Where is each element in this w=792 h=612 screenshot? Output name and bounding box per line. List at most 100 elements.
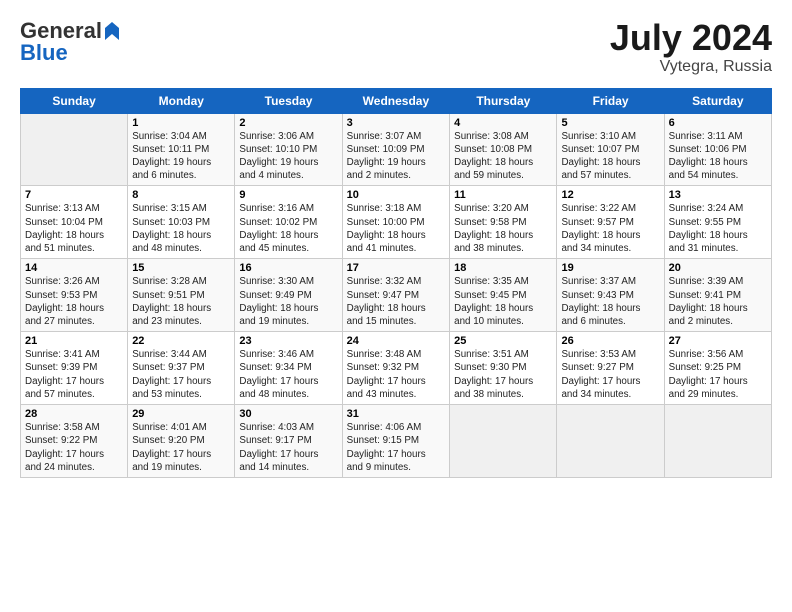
day-info: Sunrise: 3:18 AM Sunset: 10:00 PM Daylig… xyxy=(347,202,446,255)
calendar-cell: 13Sunrise: 3:24 AM Sunset: 9:55 PM Dayli… xyxy=(664,186,771,259)
day-number: 24 xyxy=(347,335,446,347)
day-info: Sunrise: 3:39 AM Sunset: 9:41 PM Dayligh… xyxy=(669,275,767,328)
logo-blue: Blue xyxy=(20,40,68,66)
calendar-cell: 30Sunrise: 4:03 AM Sunset: 9:17 PM Dayli… xyxy=(235,405,342,478)
day-info: Sunrise: 3:16 AM Sunset: 10:02 PM Daylig… xyxy=(239,202,337,255)
calendar-cell xyxy=(664,405,771,478)
day-number: 20 xyxy=(669,262,767,274)
calendar-header-row: SundayMondayTuesdayWednesdayThursdayFrid… xyxy=(21,88,772,113)
calendar-cell: 1Sunrise: 3:04 AM Sunset: 10:11 PM Dayli… xyxy=(128,113,235,186)
calendar-cell: 24Sunrise: 3:48 AM Sunset: 9:32 PM Dayli… xyxy=(342,332,450,405)
calendar-cell: 19Sunrise: 3:37 AM Sunset: 9:43 PM Dayli… xyxy=(557,259,664,332)
calendar-cell: 22Sunrise: 3:44 AM Sunset: 9:37 PM Dayli… xyxy=(128,332,235,405)
col-header-wednesday: Wednesday xyxy=(342,88,450,113)
day-info: Sunrise: 3:35 AM Sunset: 9:45 PM Dayligh… xyxy=(454,275,552,328)
location: Vytegra, Russia xyxy=(610,58,772,76)
logo: General Blue xyxy=(20,18,121,66)
calendar-week-row: 28Sunrise: 3:58 AM Sunset: 9:22 PM Dayli… xyxy=(21,405,772,478)
day-number: 12 xyxy=(561,189,659,201)
calendar-cell: 29Sunrise: 4:01 AM Sunset: 9:20 PM Dayli… xyxy=(128,405,235,478)
calendar: SundayMondayTuesdayWednesdayThursdayFrid… xyxy=(20,88,772,478)
col-header-saturday: Saturday xyxy=(664,88,771,113)
day-info: Sunrise: 3:32 AM Sunset: 9:47 PM Dayligh… xyxy=(347,275,446,328)
calendar-cell: 21Sunrise: 3:41 AM Sunset: 9:39 PM Dayli… xyxy=(21,332,128,405)
calendar-cell: 4Sunrise: 3:08 AM Sunset: 10:08 PM Dayli… xyxy=(450,113,557,186)
day-number: 27 xyxy=(669,335,767,347)
day-info: Sunrise: 3:10 AM Sunset: 10:07 PM Daylig… xyxy=(561,130,659,183)
col-header-friday: Friday xyxy=(557,88,664,113)
calendar-cell: 12Sunrise: 3:22 AM Sunset: 9:57 PM Dayli… xyxy=(557,186,664,259)
day-number: 25 xyxy=(454,335,552,347)
day-info: Sunrise: 3:20 AM Sunset: 9:58 PM Dayligh… xyxy=(454,202,552,255)
day-info: Sunrise: 3:30 AM Sunset: 9:49 PM Dayligh… xyxy=(239,275,337,328)
day-number: 19 xyxy=(561,262,659,274)
page: General Blue July 2024 Vytegra, Russia S… xyxy=(0,0,792,488)
calendar-week-row: 21Sunrise: 3:41 AM Sunset: 9:39 PM Dayli… xyxy=(21,332,772,405)
day-number: 22 xyxy=(132,335,230,347)
calendar-week-row: 14Sunrise: 3:26 AM Sunset: 9:53 PM Dayli… xyxy=(21,259,772,332)
logo-icon xyxy=(103,20,121,42)
day-info: Sunrise: 3:22 AM Sunset: 9:57 PM Dayligh… xyxy=(561,202,659,255)
col-header-thursday: Thursday xyxy=(450,88,557,113)
col-header-tuesday: Tuesday xyxy=(235,88,342,113)
day-number: 18 xyxy=(454,262,552,274)
day-info: Sunrise: 3:13 AM Sunset: 10:04 PM Daylig… xyxy=(25,202,123,255)
calendar-cell xyxy=(21,113,128,186)
day-number: 23 xyxy=(239,335,337,347)
calendar-cell xyxy=(450,405,557,478)
day-info: Sunrise: 4:06 AM Sunset: 9:15 PM Dayligh… xyxy=(347,421,446,474)
day-number: 3 xyxy=(347,117,446,129)
calendar-cell: 20Sunrise: 3:39 AM Sunset: 9:41 PM Dayli… xyxy=(664,259,771,332)
day-number: 6 xyxy=(669,117,767,129)
day-number: 2 xyxy=(239,117,337,129)
day-number: 1 xyxy=(132,117,230,129)
day-number: 4 xyxy=(454,117,552,129)
calendar-cell: 15Sunrise: 3:28 AM Sunset: 9:51 PM Dayli… xyxy=(128,259,235,332)
day-number: 30 xyxy=(239,408,337,420)
calendar-cell: 7Sunrise: 3:13 AM Sunset: 10:04 PM Dayli… xyxy=(21,186,128,259)
col-header-sunday: Sunday xyxy=(21,88,128,113)
day-info: Sunrise: 3:51 AM Sunset: 9:30 PM Dayligh… xyxy=(454,348,552,401)
day-number: 13 xyxy=(669,189,767,201)
day-number: 28 xyxy=(25,408,123,420)
calendar-cell xyxy=(557,405,664,478)
day-number: 29 xyxy=(132,408,230,420)
calendar-cell: 8Sunrise: 3:15 AM Sunset: 10:03 PM Dayli… xyxy=(128,186,235,259)
calendar-cell: 16Sunrise: 3:30 AM Sunset: 9:49 PM Dayli… xyxy=(235,259,342,332)
calendar-cell: 11Sunrise: 3:20 AM Sunset: 9:58 PM Dayli… xyxy=(450,186,557,259)
month-year: July 2024 xyxy=(610,18,772,58)
day-number: 7 xyxy=(25,189,123,201)
calendar-week-row: 1Sunrise: 3:04 AM Sunset: 10:11 PM Dayli… xyxy=(21,113,772,186)
day-info: Sunrise: 3:07 AM Sunset: 10:09 PM Daylig… xyxy=(347,130,446,183)
day-info: Sunrise: 3:56 AM Sunset: 9:25 PM Dayligh… xyxy=(669,348,767,401)
day-info: Sunrise: 4:03 AM Sunset: 9:17 PM Dayligh… xyxy=(239,421,337,474)
calendar-cell: 10Sunrise: 3:18 AM Sunset: 10:00 PM Dayl… xyxy=(342,186,450,259)
calendar-cell: 18Sunrise: 3:35 AM Sunset: 9:45 PM Dayli… xyxy=(450,259,557,332)
calendar-cell: 27Sunrise: 3:56 AM Sunset: 9:25 PM Dayli… xyxy=(664,332,771,405)
day-info: Sunrise: 3:41 AM Sunset: 9:39 PM Dayligh… xyxy=(25,348,123,401)
day-info: Sunrise: 3:08 AM Sunset: 10:08 PM Daylig… xyxy=(454,130,552,183)
day-number: 5 xyxy=(561,117,659,129)
calendar-cell: 2Sunrise: 3:06 AM Sunset: 10:10 PM Dayli… xyxy=(235,113,342,186)
day-info: Sunrise: 3:11 AM Sunset: 10:06 PM Daylig… xyxy=(669,130,767,183)
day-info: Sunrise: 3:28 AM Sunset: 9:51 PM Dayligh… xyxy=(132,275,230,328)
day-info: Sunrise: 3:46 AM Sunset: 9:34 PM Dayligh… xyxy=(239,348,337,401)
calendar-cell: 5Sunrise: 3:10 AM Sunset: 10:07 PM Dayli… xyxy=(557,113,664,186)
calendar-cell: 9Sunrise: 3:16 AM Sunset: 10:02 PM Dayli… xyxy=(235,186,342,259)
calendar-cell: 6Sunrise: 3:11 AM Sunset: 10:06 PM Dayli… xyxy=(664,113,771,186)
day-info: Sunrise: 3:15 AM Sunset: 10:03 PM Daylig… xyxy=(132,202,230,255)
calendar-cell: 17Sunrise: 3:32 AM Sunset: 9:47 PM Dayli… xyxy=(342,259,450,332)
calendar-cell: 31Sunrise: 4:06 AM Sunset: 9:15 PM Dayli… xyxy=(342,405,450,478)
calendar-cell: 28Sunrise: 3:58 AM Sunset: 9:22 PM Dayli… xyxy=(21,405,128,478)
day-info: Sunrise: 3:58 AM Sunset: 9:22 PM Dayligh… xyxy=(25,421,123,474)
day-info: Sunrise: 3:48 AM Sunset: 9:32 PM Dayligh… xyxy=(347,348,446,401)
day-info: Sunrise: 3:53 AM Sunset: 9:27 PM Dayligh… xyxy=(561,348,659,401)
calendar-cell: 23Sunrise: 3:46 AM Sunset: 9:34 PM Dayli… xyxy=(235,332,342,405)
day-number: 17 xyxy=(347,262,446,274)
calendar-cell: 26Sunrise: 3:53 AM Sunset: 9:27 PM Dayli… xyxy=(557,332,664,405)
calendar-cell: 14Sunrise: 3:26 AM Sunset: 9:53 PM Dayli… xyxy=(21,259,128,332)
day-number: 15 xyxy=(132,262,230,274)
day-number: 26 xyxy=(561,335,659,347)
calendar-week-row: 7Sunrise: 3:13 AM Sunset: 10:04 PM Dayli… xyxy=(21,186,772,259)
day-number: 16 xyxy=(239,262,337,274)
